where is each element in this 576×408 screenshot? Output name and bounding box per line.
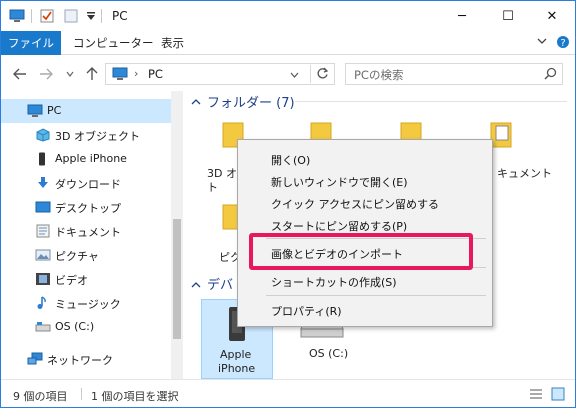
sidebar-scrollbar[interactable] (171, 91, 183, 379)
new-folder-icon[interactable] (63, 8, 79, 24)
sidebar-item-os-c[interactable]: OS (C:) (1, 315, 171, 339)
divider (31, 9, 32, 23)
title-bar: PC ─ ☐ ✕ (1, 1, 575, 31)
folders-group-header[interactable]: フォルダー (7) (207, 92, 295, 111)
path-separator: › (134, 67, 139, 80)
close-button[interactable]: ✕ (529, 1, 575, 31)
divider (295, 101, 567, 102)
menu-separator (266, 295, 486, 296)
sidebar-item-apple-iphone[interactable]: Apple iPhone (1, 147, 171, 171)
menu-item-open[interactable]: 開く(O) (271, 152, 310, 168)
3d-objects-icon (35, 128, 51, 142)
address-dropdown-icon[interactable] (290, 68, 299, 81)
search-placeholder: PCの検索 (354, 68, 404, 82)
folder-label: キュメント (497, 167, 552, 180)
pc-app-icon[interactable] (9, 8, 25, 24)
sidebar-item-label: ミュージック (55, 298, 121, 311)
videos-icon (35, 272, 51, 286)
recent-locations-icon[interactable] (61, 65, 79, 83)
sidebar-item-label: OS (C:) (55, 320, 95, 333)
tab-view[interactable]: 表示 (151, 31, 194, 55)
address-row: › PC PCの検索 (1, 57, 575, 91)
collapse-group-icon[interactable] (191, 96, 201, 109)
drive-icon (35, 320, 51, 334)
download-icon (35, 176, 51, 190)
window-title: PC (112, 9, 128, 23)
sidebar-item-downloads[interactable]: ダウンロード (1, 171, 171, 195)
network-icon (27, 352, 43, 366)
address-path[interactable]: PC (148, 67, 163, 81)
pc-icon (27, 104, 43, 118)
sidebar-item-videos[interactable]: ビデオ (1, 267, 171, 291)
help-icon[interactable]: ? (556, 35, 570, 52)
divider (310, 65, 311, 83)
sidebar-item-label: PC (47, 104, 62, 117)
collapse-group-icon[interactable] (191, 279, 201, 292)
sidebar-item-desktop[interactable]: デスクトップ (1, 195, 171, 219)
navigation-pane: PC 3D オブジェクト Apple iPhone ダウンロード デスクトップ (1, 91, 183, 379)
documents-icon (35, 224, 51, 238)
menu-item-pin-quick-access[interactable]: クイック アクセスにピン留めする (271, 196, 439, 212)
sidebar-item-music[interactable]: ミュージック (1, 291, 171, 315)
music-icon (35, 296, 51, 310)
iphone-icon (37, 152, 53, 166)
device-label: Apple (220, 348, 252, 361)
up-button[interactable] (83, 65, 101, 83)
folder-label: ト (207, 181, 218, 194)
device-label: OS (C:) (309, 347, 349, 360)
divider (81, 388, 82, 400)
maximize-button[interactable]: ☐ (485, 1, 531, 31)
sidebar-item-label: 3D オブジェクト (55, 130, 140, 143)
minimize-button[interactable]: ─ (439, 1, 485, 31)
devices-group-header[interactable]: デバ (207, 274, 233, 293)
sidebar-item-pictures[interactable]: ピクチャ (1, 243, 171, 267)
scrollbar-thumb[interactable] (173, 219, 181, 339)
sidebar-item-label: ドキュメント (55, 226, 121, 239)
refresh-icon[interactable] (316, 67, 329, 83)
sidebar-item-label: デスクトップ (55, 202, 121, 215)
sidebar-item-label: ビデオ (55, 274, 88, 287)
sidebar-item-documents[interactable]: ドキュメント (1, 219, 171, 243)
tab-file[interactable]: ファイル (1, 31, 61, 55)
sidebar-item-network[interactable]: ネットワーク (1, 347, 171, 371)
sidebar-item-label: ピクチャ (55, 250, 99, 263)
properties-icon[interactable] (39, 8, 55, 24)
details-view-icon[interactable] (529, 387, 543, 404)
search-input[interactable]: PCの検索 (345, 63, 563, 85)
desktop-icon (35, 200, 51, 214)
large-icons-view-icon[interactable] (551, 387, 565, 404)
customize-dropdown-icon[interactable] (83, 8, 99, 24)
sidebar-item-label: Apple iPhone (55, 152, 127, 165)
sidebar-item-label: ネットワーク (47, 354, 113, 367)
forward-button[interactable] (37, 65, 55, 83)
menu-item-pin-start[interactable]: スタートにピン留めする(P) (271, 218, 407, 234)
menu-item-properties[interactable]: プロパティ(R) (271, 303, 342, 319)
ribbon-tabs: ファイル コンピューター 表示 ? (1, 31, 575, 55)
explorer-window: PC ─ ☐ ✕ ファイル コンピューター 表示 ? › PC PCの検索 PC… (0, 0, 576, 408)
pictures-icon (35, 248, 51, 262)
address-bar[interactable]: › PC (105, 63, 335, 85)
search-icon[interactable] (544, 67, 557, 83)
sidebar-item-pc[interactable]: PC (1, 99, 171, 123)
status-bar: 9 個の項目 1 個の項目を選択 (1, 379, 575, 407)
svg-text:?: ? (560, 38, 565, 49)
divider (101, 9, 102, 23)
menu-item-create-shortcut[interactable]: ショートカットの作成(S) (271, 274, 397, 290)
pc-icon (112, 67, 128, 84)
device-label: iPhone (218, 362, 256, 375)
expand-ribbon-icon[interactable] (537, 37, 547, 48)
tab-computer[interactable]: コンピューター (63, 31, 164, 55)
sidebar-item-label: ダウンロード (55, 178, 121, 191)
menu-item-open-new-window[interactable]: 新しいウィンドウで開く(E) (271, 174, 408, 190)
sidebar-item-3d-objects[interactable]: 3D オブジェクト (1, 123, 171, 147)
back-button[interactable] (11, 65, 29, 83)
item-count: 9 個の項目 (13, 390, 68, 403)
selected-count: 1 個の項目を選択 (91, 390, 179, 403)
highlight-box (249, 233, 473, 270)
